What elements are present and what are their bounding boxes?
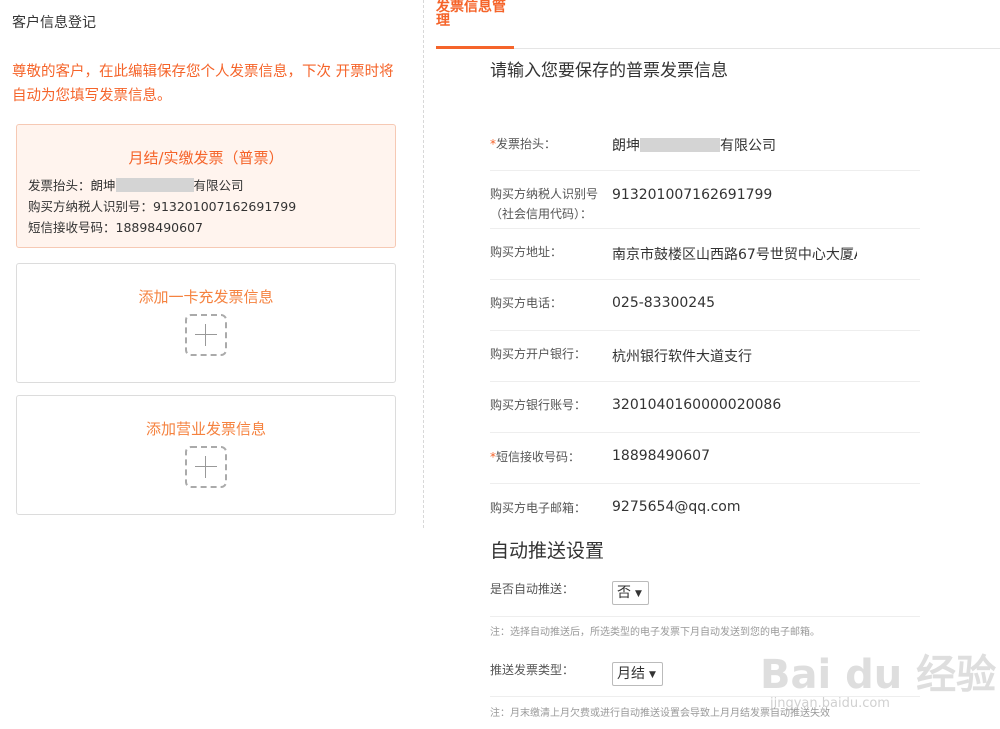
card-sms: 短信接收号码：18898490607 xyxy=(28,220,203,235)
form-row-taxid: 购买方纳税人识别号 （社会信用代码）： 913201007162691799 xyxy=(490,170,920,229)
field-label: 购买方地址： xyxy=(490,245,563,259)
field-label: 购买方电话： xyxy=(490,296,563,310)
add-card-title: 添加一卡充发票信息 xyxy=(138,288,274,306)
dropdown-arrow-icon: ▼ xyxy=(635,589,642,599)
field-label: *发票抬头： xyxy=(490,137,557,151)
form-row-sms: *短信接收号码： 18898490607 xyxy=(490,432,920,484)
card-taxid: 购买方纳税人识别号：913201007162691799 xyxy=(28,199,297,214)
phone-field[interactable]: 025-83300245 xyxy=(612,295,715,311)
plus-icon[interactable] xyxy=(185,314,227,356)
field-label: 购买方开户银行： xyxy=(490,347,587,361)
add-card-title: 添加营业发票信息 xyxy=(145,420,266,438)
masked-text xyxy=(640,138,720,152)
watermark-brand: Bai du 经验 xyxy=(760,652,997,698)
bank-account-field[interactable]: 3201040160000020086 xyxy=(612,397,781,413)
taxid-field[interactable]: 913201007162691799 xyxy=(612,187,772,203)
form-row-phone: 购买方电话： 025-83300245 xyxy=(490,279,920,331)
watermark-url: jingyan.baidu.com xyxy=(770,696,890,711)
form-title: 请输入您要保存的普票发票信息 xyxy=(490,61,728,81)
masked-text xyxy=(115,178,194,192)
form-row-bank-account: 购买方银行账号： 3201040160000020086 xyxy=(490,381,920,433)
field-label: *短信接收号码： xyxy=(490,450,581,464)
card-invoice-header: 发票抬头：朗坤 有限公司 xyxy=(28,178,244,193)
push-type-select[interactable]: 月结 ▼ xyxy=(612,662,663,686)
field-label: 推送发票类型： xyxy=(490,663,575,677)
baidu-watermark: Bai du 经验 jingyan.baidu.com xyxy=(760,612,1000,722)
add-card-business[interactable]: 添加营业发票信息 xyxy=(16,395,396,515)
form-row-invoice-header: *发票抬头： 朗坤 有限公司 xyxy=(490,118,920,171)
field-label: 是否自动推送： xyxy=(490,582,575,596)
auto-push-title: 自动推送设置 xyxy=(490,540,605,562)
add-card-recharge[interactable]: 添加一卡充发票信息 xyxy=(16,263,396,383)
tab-invoice-management[interactable]: 发票信息管理 xyxy=(436,0,514,49)
form-row-auto-push: 是否自动推送： 否 ▼ xyxy=(490,568,920,617)
form-row-address: 购买方地址： 南京市鼓楼区山西路67号世贸中心大厦A xyxy=(490,228,920,280)
address-field[interactable]: 南京市鼓楼区山西路67号世贸中心大厦A xyxy=(612,244,857,264)
invoice-header-field[interactable]: 朗坤 有限公司 xyxy=(612,135,776,155)
notice-text: 尊敬的客户，在此编辑保存您个人发票信息，下次 开票时将自动为您填写发票信息。 xyxy=(12,64,394,104)
plus-icon[interactable] xyxy=(185,446,227,488)
field-label: 购买方纳税人识别号 （社会信用代码）： xyxy=(490,187,599,221)
card-title: 月结/实缴发票（普票） xyxy=(128,149,284,167)
field-label: 购买方银行账号： xyxy=(490,398,587,412)
tab-bar: 发票信息管理 xyxy=(436,0,1000,49)
panel-title: 客户信息登记 xyxy=(12,15,96,31)
sms-field[interactable]: 18898490607 xyxy=(612,448,710,464)
bank-field[interactable]: 杭州银行软件大道支行 xyxy=(612,346,752,366)
auto-push-select[interactable]: 否 ▼ xyxy=(612,581,649,605)
form-row-email: 购买方电子邮箱： 9275654@qq.com xyxy=(490,483,920,533)
email-field[interactable]: 9275654@qq.com xyxy=(612,499,740,515)
customer-info-panel: 客户信息登记 尊敬的客户，在此编辑保存您个人发票信息，下次 开票时将自动为您填写… xyxy=(0,0,420,729)
form-row-bank: 购买方开户银行： 杭州银行软件大道支行 xyxy=(490,330,920,382)
invoice-card-monthly[interactable]: 月结/实缴发票（普票） 发票抬头：朗坤 有限公司 购买方纳税人识别号：913201… xyxy=(16,124,396,248)
dropdown-arrow-icon: ▼ xyxy=(649,670,656,680)
field-label: 购买方电子邮箱： xyxy=(490,501,587,515)
